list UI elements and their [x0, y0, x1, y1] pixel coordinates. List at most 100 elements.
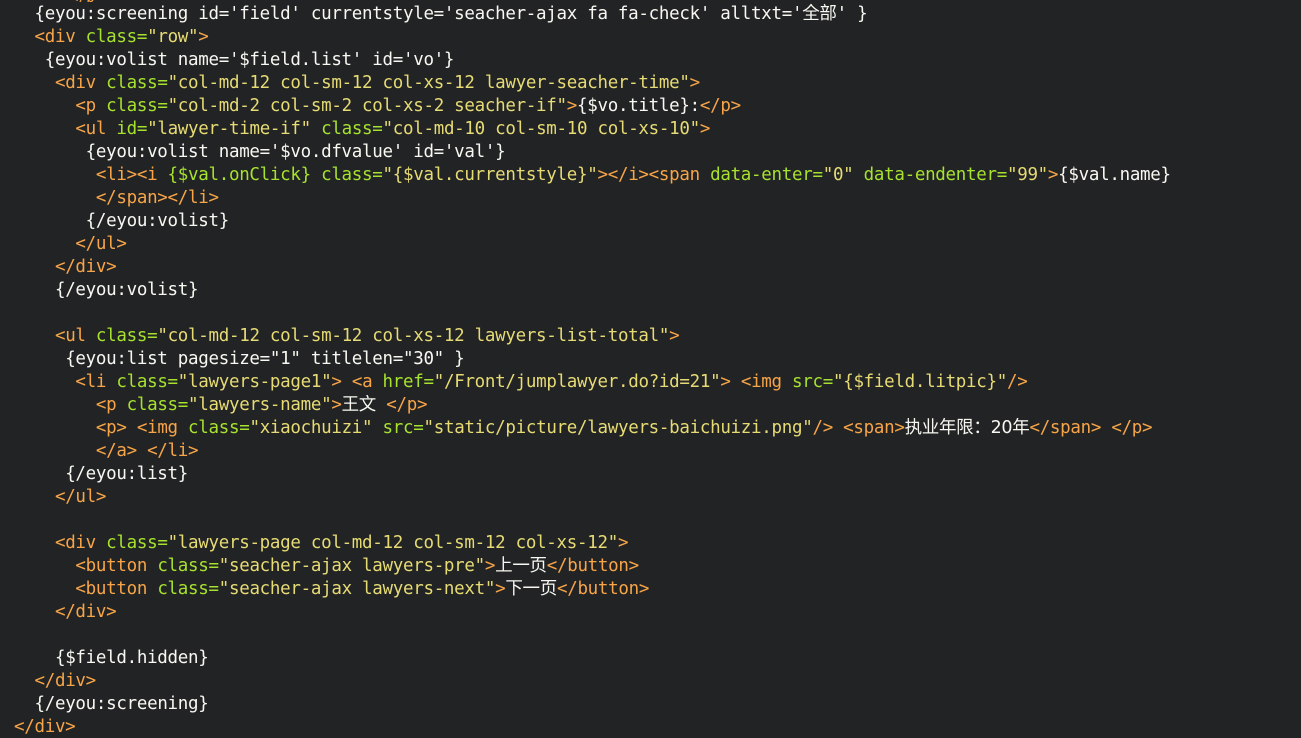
code-token: "col-md-10 col-sm-10 col-xs-10"	[382, 119, 701, 139]
code-line[interactable]: {/eyou:volist}	[14, 279, 199, 302]
code-line[interactable]: {/eyou:list}	[14, 463, 188, 486]
code-token: >	[484, 556, 496, 576]
code-token: >	[1047, 165, 1059, 185]
code-token: "lawyers-name"	[188, 395, 332, 415]
code-token: </span></li>	[95, 188, 219, 208]
code-line[interactable]: </ul>	[14, 233, 126, 256]
code-token: data-enter=	[710, 165, 823, 185]
code-token: <div	[54, 73, 107, 93]
code-line[interactable]: </a> </li>	[14, 440, 199, 463]
code-token: {eyou:screening id='field' currentstyle=…	[34, 4, 803, 24]
code-token: "/Front/jumplawyer.do?id=21"	[433, 372, 721, 392]
code-token: class=	[188, 418, 250, 438]
code-line[interactable]: <p class="col-md-2 col-sm-2 col-xs-2 sea…	[14, 95, 741, 118]
code-token: <button	[75, 556, 158, 576]
code-token: href=	[382, 372, 434, 392]
code-token: {$val.name}	[1058, 165, 1171, 185]
code-line[interactable]: {/eyou:screening}	[14, 693, 208, 716]
code-token: class=	[95, 326, 158, 346]
code-line[interactable]: <ul id="lawyer-time-if" class="col-md-10…	[14, 118, 710, 141]
code-token: {eyou:volist name='$vo.dfvalue' id='val'…	[85, 142, 506, 162]
code-line[interactable]: <div class="row">	[14, 26, 209, 49]
code-token: "seacher-ajax lawyers-pre"	[218, 556, 485, 576]
code-token: </div>	[34, 671, 96, 691]
code-token: "row"	[147, 27, 199, 47]
code-token: </span> </p>	[1029, 418, 1153, 438]
code-token: 下一页	[505, 579, 557, 599]
code-token: id=	[116, 119, 148, 139]
code-token: "{$field.litpic}"	[832, 372, 1007, 392]
code-token: class=	[321, 119, 383, 139]
code-editor[interactable]: </p {eyou:screening id='field' currentst…	[0, 0, 1301, 738]
code-token: </a> </li>	[95, 441, 199, 461]
code-token: >	[495, 579, 506, 599]
code-token: "seacher-ajax lawyers-next"	[218, 579, 496, 599]
code-token: {eyou:list pagesize="1" titlelen="30" }	[65, 349, 465, 369]
code-line[interactable]: {eyou:volist name='$vo.dfvalue' id='val'…	[14, 141, 506, 164]
code-line[interactable]: {eyou:list pagesize="1" titlelen="30" }	[14, 348, 465, 371]
code-line[interactable]: <button class="seacher-ajax lawyers-pre"…	[14, 555, 639, 578]
code-line[interactable]: <div class="lawyers-page col-md-12 col-s…	[14, 532, 629, 555]
code-line[interactable]: <ul class="col-md-12 col-sm-12 col-xs-12…	[14, 325, 680, 348]
code-token: "{$val.currentstyle}"	[382, 165, 598, 185]
code-line[interactable]: </div>	[14, 716, 76, 738]
code-line[interactable]: </div>	[14, 670, 96, 693]
code-line[interactable]: {eyou:volist name='$field.list' id='vo'}	[14, 49, 455, 72]
code-token: "lawyers-page1"	[177, 372, 332, 392]
code-token: >	[566, 96, 578, 116]
code-token: {eyou:volist name='$field.list' id='vo'}	[44, 50, 455, 70]
code-token: src=	[382, 418, 424, 438]
code-token: >	[669, 326, 680, 346]
code-token: <div	[54, 533, 107, 553]
code-token: </button>	[546, 556, 639, 576]
code-token: {$field.hidden}	[54, 648, 209, 668]
code-token: class=	[126, 395, 189, 415]
code-line[interactable]: {/eyou:volist}	[14, 210, 230, 233]
code-line[interactable]: <p class="lawyers-name">王文 </p>	[14, 394, 428, 417]
code-line[interactable]: {eyou:screening id='field' currentstyle=…	[14, 3, 867, 26]
code-token: </div>	[14, 717, 76, 737]
code-token: >	[198, 27, 209, 47]
code-token: <img	[740, 372, 793, 392]
code-line[interactable]: </div>	[14, 256, 117, 279]
code-line[interactable]: </div>	[14, 601, 117, 624]
code-token: {$vo.title}:	[577, 96, 700, 116]
code-line[interactable]: {$field.hidden}	[14, 647, 209, 670]
code-line[interactable]: <button class="seacher-ajax lawyers-next…	[14, 578, 649, 601]
code-line[interactable]: </ul>	[14, 486, 106, 509]
code-token: >	[689, 73, 701, 93]
code-token: />	[1006, 372, 1028, 392]
code-token: "99"	[1006, 165, 1048, 185]
code-token: {/eyou:volist}	[85, 211, 230, 231]
code-token: <img	[136, 418, 189, 438]
code-line[interactable]: <li class="lawyers-page1"> <a href="/Fro…	[14, 371, 1027, 394]
code-token: "xiaochuizi"	[249, 418, 383, 438]
code-line[interactable]: </span></li>	[14, 187, 219, 210]
code-line[interactable]: <p> <img class="xiaochuizi" src="static/…	[14, 417, 1153, 440]
code-token: {/eyou:volist}	[54, 280, 199, 300]
code-line[interactable]: <li><i {$val.onClick} class="{$val.curre…	[14, 164, 1171, 187]
code-line[interactable]: <div class="col-md-12 col-sm-12 col-xs-1…	[14, 72, 700, 95]
code-token: class=	[116, 372, 178, 392]
